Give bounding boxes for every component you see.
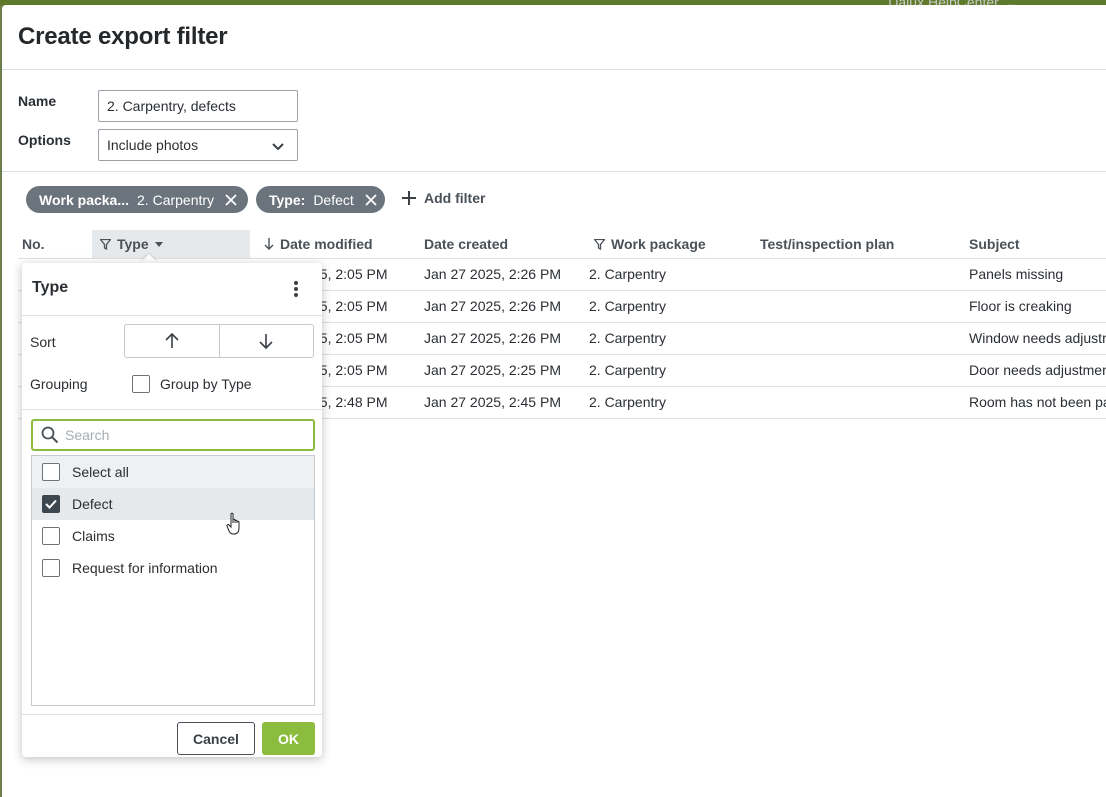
option-label: Defect	[72, 496, 113, 512]
group-by-type-checkbox[interactable]: Group by Type	[132, 375, 252, 393]
arrow-down-icon	[264, 238, 274, 250]
cell-date-modified: 25, 2:05 PM	[312, 362, 388, 378]
divider	[18, 258, 1106, 259]
dialog-title: Create export filter	[18, 23, 228, 50]
sort-label: Sort	[30, 334, 56, 350]
divider	[2, 171, 1106, 172]
checkbox[interactable]	[42, 559, 60, 577]
plus-icon	[402, 191, 416, 205]
cell-date-modified: 25, 2:05 PM	[312, 298, 388, 314]
close-icon[interactable]	[220, 189, 242, 211]
cell-subject: Panels missing	[969, 266, 1064, 282]
header-label: No.	[22, 236, 45, 252]
add-filter-label: Add filter	[424, 190, 486, 206]
popup-title: Type	[32, 279, 69, 296]
checkbox[interactable]	[42, 527, 60, 545]
sort-button-group	[124, 324, 314, 358]
header-label: Test/inspection plan	[760, 236, 895, 252]
filter-chip-work-package[interactable]: Work packa... 2. Carpentry	[26, 186, 248, 213]
filter-chip-type[interactable]: Type: Defect	[256, 186, 385, 213]
checkbox-checked[interactable]	[42, 495, 60, 513]
sort-ascending-button[interactable]	[125, 325, 219, 357]
divider	[2, 69, 1106, 70]
header-label: Date modified	[280, 236, 373, 252]
divider	[22, 315, 322, 316]
header-label: Date created	[424, 236, 509, 252]
cell-date-modified: 25, 2:05 PM	[312, 330, 388, 346]
cell-work-package: 2. Carpentry	[589, 394, 667, 410]
column-header-date-created[interactable]: Date created	[424, 230, 508, 258]
header-label: Subject	[969, 236, 1020, 252]
name-label: Name	[18, 93, 57, 109]
cell-subject: Floor is creaking	[969, 298, 1072, 314]
divider	[22, 409, 322, 410]
cell-date-created: Jan 27 2025, 2:26 PM	[424, 266, 561, 282]
add-filter-button[interactable]: Add filter	[402, 190, 485, 206]
option-select-all[interactable]: Select all	[32, 456, 314, 488]
column-header-subject[interactable]: Subject	[969, 230, 1020, 258]
cell-subject: Door needs adjustmer	[969, 362, 1106, 378]
header-label: Work package	[611, 236, 706, 252]
name-input[interactable]	[98, 90, 298, 122]
arrow-up-icon	[165, 333, 179, 348]
sort-descending-button[interactable]	[218, 325, 314, 357]
option-label: Select all	[72, 464, 129, 480]
option-request-for-information[interactable]: Request for information	[32, 552, 314, 584]
chip-key: Work packa...	[39, 191, 130, 208]
checkmark-icon	[45, 499, 57, 509]
ok-button[interactable]: OK	[262, 722, 315, 755]
options-select-value: Include photos	[107, 137, 199, 153]
cell-date-modified: 25, 2:05 PM	[312, 266, 388, 282]
cell-date-created: Jan 27 2025, 2:25 PM	[424, 362, 561, 378]
filter-icon	[594, 238, 605, 250]
checkbox[interactable]	[42, 463, 60, 481]
filter-icon	[100, 238, 111, 250]
cell-work-package: 2. Carpentry	[589, 362, 667, 378]
option-claims[interactable]: Claims	[32, 520, 314, 552]
search-field[interactable]	[31, 419, 315, 451]
cell-work-package: 2. Carpentry	[589, 298, 667, 314]
cell-work-package: 2. Carpentry	[589, 266, 667, 282]
options-select[interactable]: Include photos	[98, 129, 298, 161]
column-header-type[interactable]: Type	[92, 230, 250, 258]
cell-date-created: Jan 27 2025, 2:26 PM	[424, 298, 561, 314]
popup-caret	[140, 254, 158, 263]
close-icon[interactable]	[360, 189, 382, 211]
column-header-no[interactable]: No.	[22, 230, 45, 258]
group-by-label: Group by Type	[160, 376, 252, 392]
checkbox[interactable]	[132, 375, 150, 393]
search-icon	[41, 426, 59, 444]
cell-date-created: Jan 27 2025, 2:26 PM	[424, 330, 561, 346]
cell-date-created: Jan 27 2025, 2:45 PM	[424, 394, 561, 410]
divider	[22, 714, 322, 715]
cell-subject: Room has not been pa	[969, 394, 1106, 410]
column-header-test-inspection-plan[interactable]: Test/inspection plan	[760, 230, 894, 258]
options-label: Options	[18, 132, 71, 148]
option-label: Request for information	[72, 560, 218, 576]
hand-cursor-icon	[226, 512, 240, 535]
chip-value: Defect	[313, 191, 354, 208]
column-header-work-package[interactable]: Work package	[594, 230, 706, 258]
cancel-button[interactable]: Cancel	[177, 722, 255, 755]
grouping-label: Grouping	[30, 376, 88, 392]
search-input[interactable]	[65, 427, 295, 443]
chevron-down-icon	[272, 143, 284, 151]
chip-value: 2. Carpentry	[137, 191, 215, 208]
chip-key: Type:	[269, 191, 306, 208]
type-column-popup: Type Sort Grouping Group by Type Select …	[22, 263, 322, 757]
header-label: Type	[117, 236, 149, 252]
more-options-icon[interactable]	[286, 279, 306, 299]
type-option-list: Select all Defect Claims Request for inf…	[31, 455, 315, 706]
caret-down-icon	[154, 241, 163, 247]
arrow-down-icon	[259, 334, 273, 349]
option-defect[interactable]: Defect	[32, 488, 314, 520]
cell-subject: Window needs adjustr	[969, 330, 1106, 346]
cell-work-package: 2. Carpentry	[589, 330, 667, 346]
column-header-date-modified[interactable]: Date modified	[264, 230, 373, 258]
option-label: Claims	[72, 528, 115, 544]
cell-date-modified: 25, 2:48 PM	[312, 394, 388, 410]
